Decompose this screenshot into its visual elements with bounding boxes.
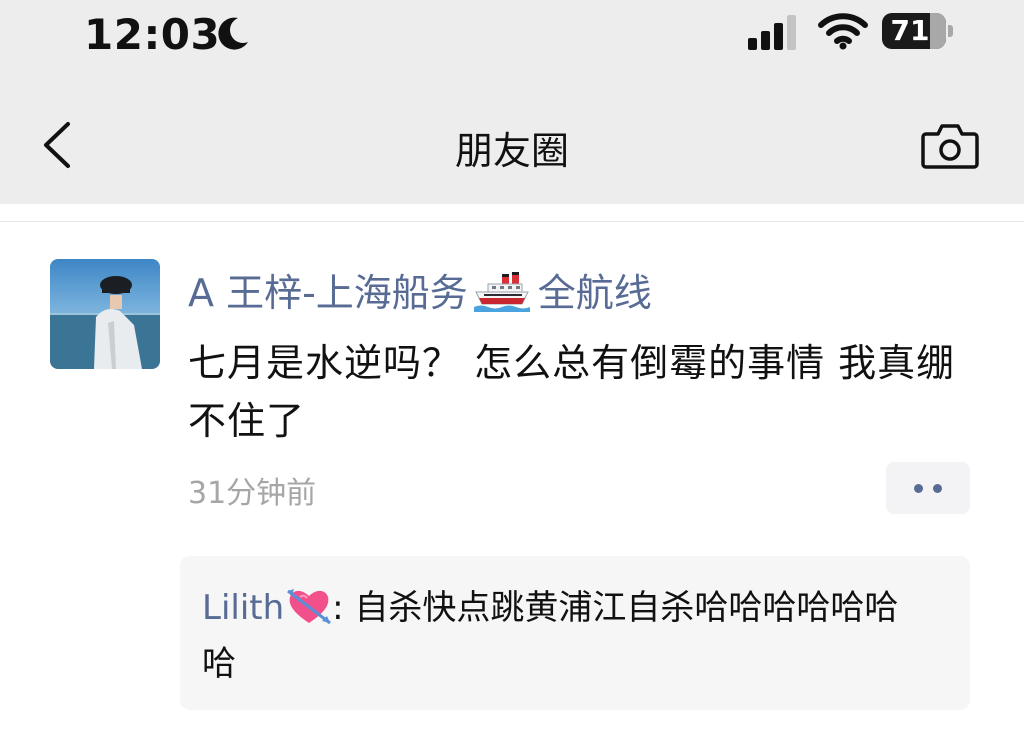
header-area: 12:03 71 朋友圈: [0, 0, 1024, 204]
heart-with-arrow-icon: [287, 589, 332, 625]
more-dots-icon: [933, 484, 942, 493]
comment-separator: :: [332, 588, 355, 628]
camera-icon[interactable]: [918, 120, 982, 172]
moon-icon: [218, 17, 248, 50]
comment-item[interactable]: Lilith : 自杀快点跳黄浦江自杀哈哈哈哈哈哈哈: [202, 580, 932, 692]
more-actions-button[interactable]: [886, 462, 970, 514]
avatar[interactable]: [50, 259, 160, 369]
header-divider: [0, 204, 1024, 222]
battery-body: 71: [882, 13, 946, 49]
comments-section: Lilith : 自杀快点跳黄浦江自杀哈哈哈哈哈哈哈: [180, 556, 970, 710]
author-name[interactable]: A 王梓-上海船务 全航线: [188, 262, 652, 317]
wifi-icon: [818, 13, 868, 50]
status-time: 12:03: [84, 10, 221, 59]
comment-user[interactable]: Lilith: [202, 588, 284, 628]
battery-icon: 71: [882, 13, 956, 51]
battery-level: 71: [890, 14, 930, 47]
post-content: 七月是水逆吗？ 怎么总有倒霉的事情 我真绷不住了: [188, 341, 956, 443]
battery-tip: [948, 25, 953, 37]
avatar-image: [50, 259, 160, 369]
author-name-suffix: 全航线: [537, 271, 652, 315]
more-dots-icon: [914, 484, 923, 493]
post-timestamp: 31分钟前: [188, 476, 317, 511]
signal-icon: [748, 15, 796, 50]
page-title: 朋友圈: [454, 129, 569, 173]
ship-icon: [473, 272, 530, 312]
moments-screen: 12:03 71 朋友圈 A 王梓-上海船务 全航线 七月是水逆吗？ 怎么总有倒…: [0, 0, 1024, 738]
author-name-prefix: A 王梓-上海船务: [188, 271, 468, 315]
